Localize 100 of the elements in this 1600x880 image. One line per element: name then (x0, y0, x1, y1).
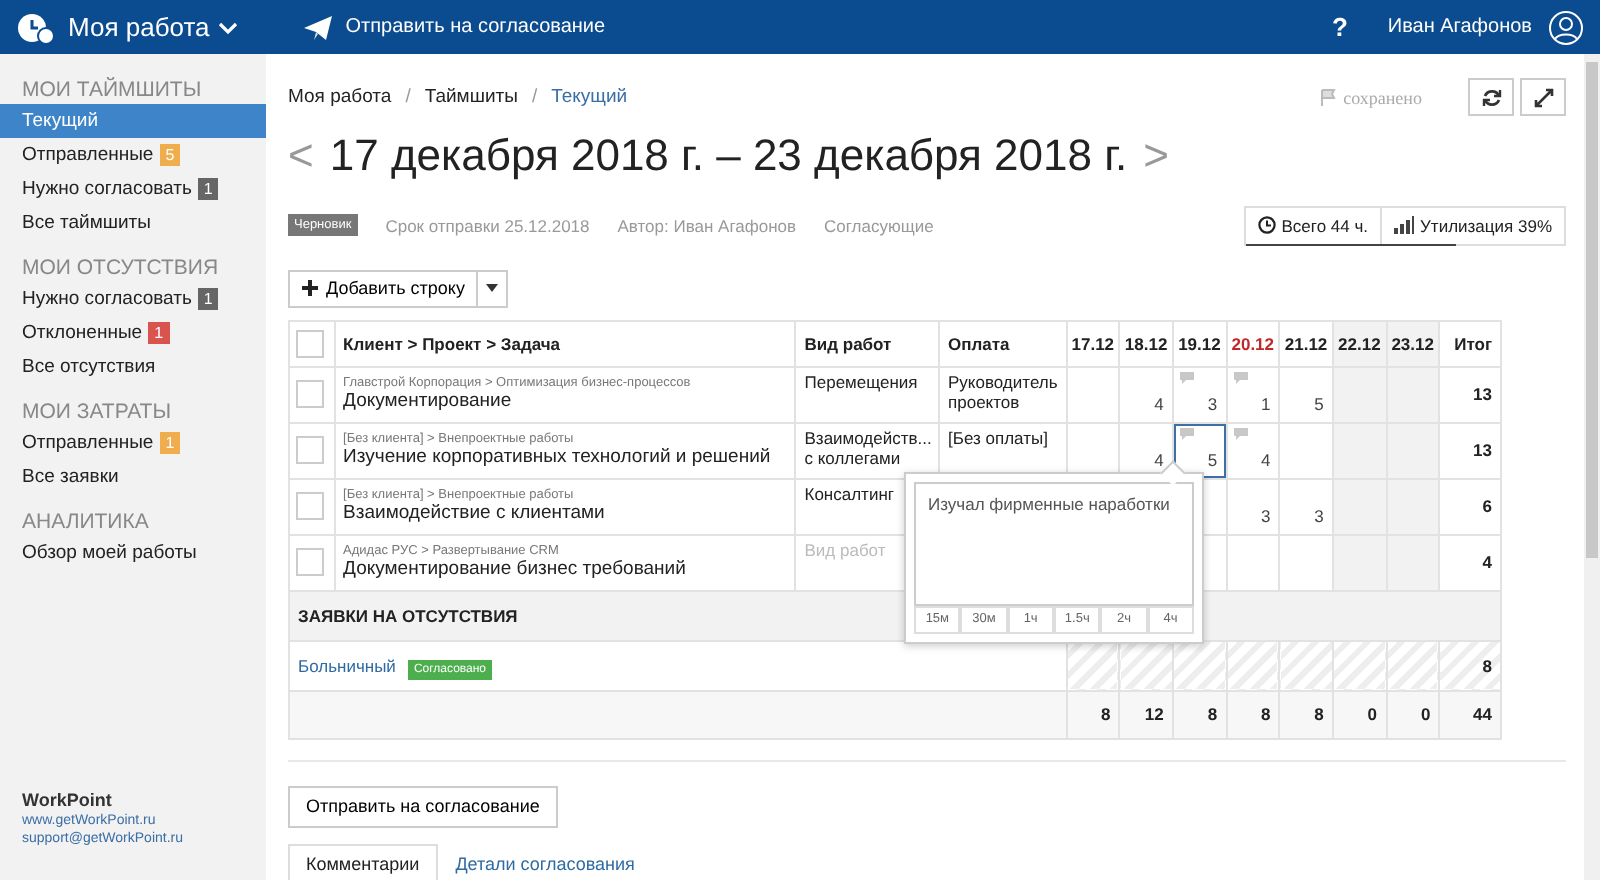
tab[interactable]: Комментарии (288, 844, 438, 880)
tab[interactable]: Детали согласования (437, 844, 653, 880)
app-menu-button[interactable]: Моя работа (68, 12, 238, 42)
column-total: 8 (1226, 690, 1280, 739)
column-header: Оплата (939, 320, 1067, 367)
column-total: 8 (1066, 690, 1120, 739)
column-total: 0 (1386, 690, 1440, 739)
dropdown-button[interactable] (478, 269, 509, 308)
count-badge: 1 (148, 322, 170, 344)
paper-plane-icon (301, 13, 334, 41)
meta-text: Автор: Иван Агафонов (617, 215, 797, 236)
comment-field[interactable]: Изучал фирменные наработки (914, 481, 1194, 606)
task-name: Взаимодействие с клиентами (343, 502, 607, 525)
column-total: 0 (1332, 690, 1387, 739)
hours-cell[interactable]: 4 (1119, 366, 1173, 423)
expand-icon (1533, 87, 1553, 108)
breadcrumb-separator: / (531, 86, 538, 109)
sidebar-item[interactable]: Все таймшиты (0, 206, 266, 240)
sidebar-item[interactable]: Все заявки (0, 460, 266, 494)
hours-cell[interactable]: 3 (1226, 478, 1280, 535)
comment-icon (1179, 427, 1194, 440)
count-badge: 1 (197, 288, 219, 310)
checkbox[interactable] (296, 329, 324, 358)
checkbox[interactable] (296, 436, 324, 465)
brand-name: WorkPoint (22, 790, 114, 810)
day-header: 23.12 (1386, 320, 1440, 367)
total-hours-text: Всего 44 ч. (1281, 215, 1369, 236)
utilization-text: Утилизация 39% (1420, 215, 1552, 236)
add-row-button[interactable]: Добавить строку (288, 269, 479, 308)
checkbox[interactable] (296, 548, 324, 577)
refresh-button[interactable] (1468, 78, 1514, 117)
day-header: 20.12 (1226, 320, 1280, 367)
hours-cell[interactable]: 1 (1226, 366, 1280, 423)
row-total: 6 (1439, 478, 1501, 535)
expand-button[interactable] (1520, 78, 1566, 117)
hours-cell[interactable]: 3 (1279, 478, 1333, 535)
flag-icon (1319, 88, 1338, 107)
scrollbar-thumb[interactable] (1586, 62, 1598, 558)
save-status: сохранено (1343, 87, 1422, 108)
day-header: 22.12 (1332, 320, 1387, 367)
count-badge: 1 (197, 178, 219, 200)
checkbox[interactable] (296, 492, 324, 521)
hatched-cell (1332, 640, 1387, 691)
sidebar-item[interactable]: Нужно согласовать 1 (0, 282, 266, 316)
clock-person-icon (16, 9, 56, 45)
hours-cell[interactable]: 5 (1279, 366, 1333, 423)
meta-text: Срок отправки 25.12.2018 (385, 215, 590, 236)
meta-text: Согласующие (824, 215, 934, 236)
column-header: Итог (1439, 320, 1501, 367)
comment-icon (1233, 371, 1248, 384)
day-header: 17.12 (1066, 320, 1120, 367)
avatar-icon (1548, 9, 1584, 45)
section-heading: МОИ ТАЙМШИТЫ (20, 75, 204, 104)
breadcrumb-link[interactable]: Текущий (551, 86, 628, 109)
sidebar-item[interactable]: Отправленные 1 (0, 426, 266, 460)
sidebar-item[interactable]: Текущий (0, 104, 266, 138)
hours-cell[interactable]: 4 (1226, 422, 1280, 479)
count-badge: 1 (159, 432, 181, 454)
bar-chart-icon (1394, 216, 1415, 235)
checkbox[interactable] (296, 380, 324, 409)
row-total: 13 (1439, 366, 1501, 423)
sidebar-item[interactable]: Нужно согласовать 1 (0, 172, 266, 206)
sidebar-item[interactable]: Отклоненные 1 (0, 316, 266, 350)
column-header: Клиент > Проект > Задача (334, 320, 796, 367)
absence-link[interactable]: Больничный (298, 655, 396, 676)
comment-icon (1179, 371, 1194, 384)
hours-cell[interactable]: 5 (1172, 422, 1227, 479)
plus-icon (302, 280, 318, 297)
day-header: 19.12 (1172, 320, 1227, 367)
hours-cell[interactable]: 3 (1172, 366, 1227, 423)
section-heading: МОИ ЗАТРАТЫ (20, 398, 174, 426)
column-total: 44 (1439, 690, 1501, 739)
breadcrumb-link[interactable]: Таймшиты (424, 86, 518, 109)
row-total: 13 (1439, 422, 1501, 479)
submit-button[interactable]: Отправить на согласование (288, 785, 558, 828)
hatched-cell (1279, 640, 1333, 691)
column-header: Вид работ (795, 320, 940, 367)
hatched-cell (1386, 640, 1440, 691)
user-name[interactable]: Иван Агафонов (1387, 16, 1532, 38)
help-button[interactable]: ? (1331, 12, 1348, 42)
chevron-down-icon (217, 19, 238, 35)
day-header: 21.12 (1279, 320, 1333, 367)
sidebar-item[interactable]: Обзор моей работы (0, 536, 266, 570)
breadcrumb-link[interactable]: Моя работа (288, 86, 392, 109)
send-for-approval-button[interactable]: Отправить на согласование (301, 13, 606, 41)
column-total: 8 (1172, 690, 1227, 739)
scrollbar[interactable] (1584, 54, 1600, 880)
clock-icon (1257, 216, 1276, 235)
count-badge: 5 (159, 144, 181, 166)
sidebar-item[interactable]: Все отсутствия (0, 350, 266, 384)
period-title: 17 декабря 2018 г. – 23 декабря 2018 г. (329, 130, 1128, 183)
column-total: 8 (1279, 690, 1333, 739)
hatched-cell (1226, 640, 1280, 691)
day-header: 18.12 (1119, 320, 1173, 367)
task-name: Документирование бизнес требований (343, 558, 688, 581)
section-heading: МОИ ОТСУТСТВИЯ (20, 254, 221, 282)
hatched-cell (1172, 640, 1227, 691)
sidebar-item[interactable]: Отправленные 5 (0, 138, 266, 172)
comment-icon (1233, 427, 1248, 440)
section-heading: АНАЛИТИКА (20, 508, 151, 536)
